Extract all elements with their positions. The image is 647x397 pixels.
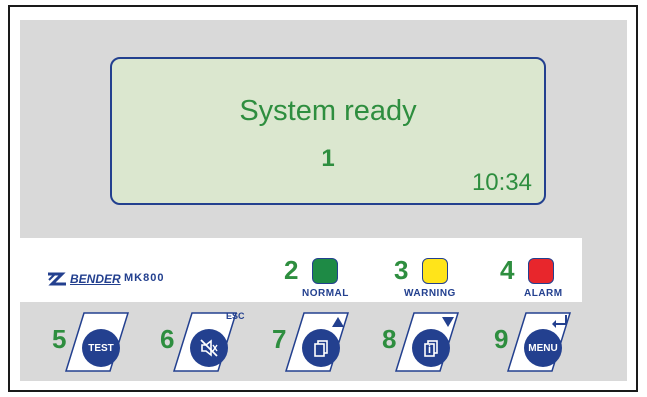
lcd-message: System ready [239,95,417,127]
test-button[interactable]: TEST [62,307,132,377]
bender-logo-icon [48,272,66,286]
led-label: NORMAL [302,288,349,299]
test-label: TEST [88,342,114,354]
model-label: MK800 [124,272,165,284]
warning-led-icon [422,258,448,284]
menu-label: MENU [528,342,558,354]
led-number: 3 [394,255,409,285]
led-label: ALARM [524,288,563,299]
led-number: 4 [500,255,515,285]
led-label: WARNING [404,288,456,299]
esc-mute-button[interactable]: ESC [170,307,245,377]
normal-led-icon [312,258,338,284]
status-strip: BENDER MK800 2 NORMAL 3 WARNING 4 ALARM [20,238,582,302]
led-normal: 2 NORMAL [284,246,374,299]
logo-text: BENDER [70,272,121,286]
led-warning: 3 WARNING [394,246,484,299]
page-info-down-icon [412,329,450,367]
esc-label: ESC [226,311,245,321]
alarm-led-icon [528,258,554,284]
keypad: 5 TEST 6 ESC 7 8 9 MENU [20,302,627,381]
led-alarm: 4 ALARM [500,246,580,299]
bender-logo: BENDER [46,272,121,286]
test-label-circle: TEST [82,329,120,367]
enter-icon: MENU [524,329,562,367]
lcd-display: System ready 1 10:34 [110,57,546,205]
page-down-button[interactable] [392,307,462,377]
page-up-button[interactable] [282,307,352,377]
lcd-time: 10:34 [471,169,532,196]
page-up-icon [302,329,340,367]
led-number: 2 [284,255,299,285]
menu-button[interactable]: MENU [504,307,574,377]
mute-speaker-icon [190,329,228,367]
